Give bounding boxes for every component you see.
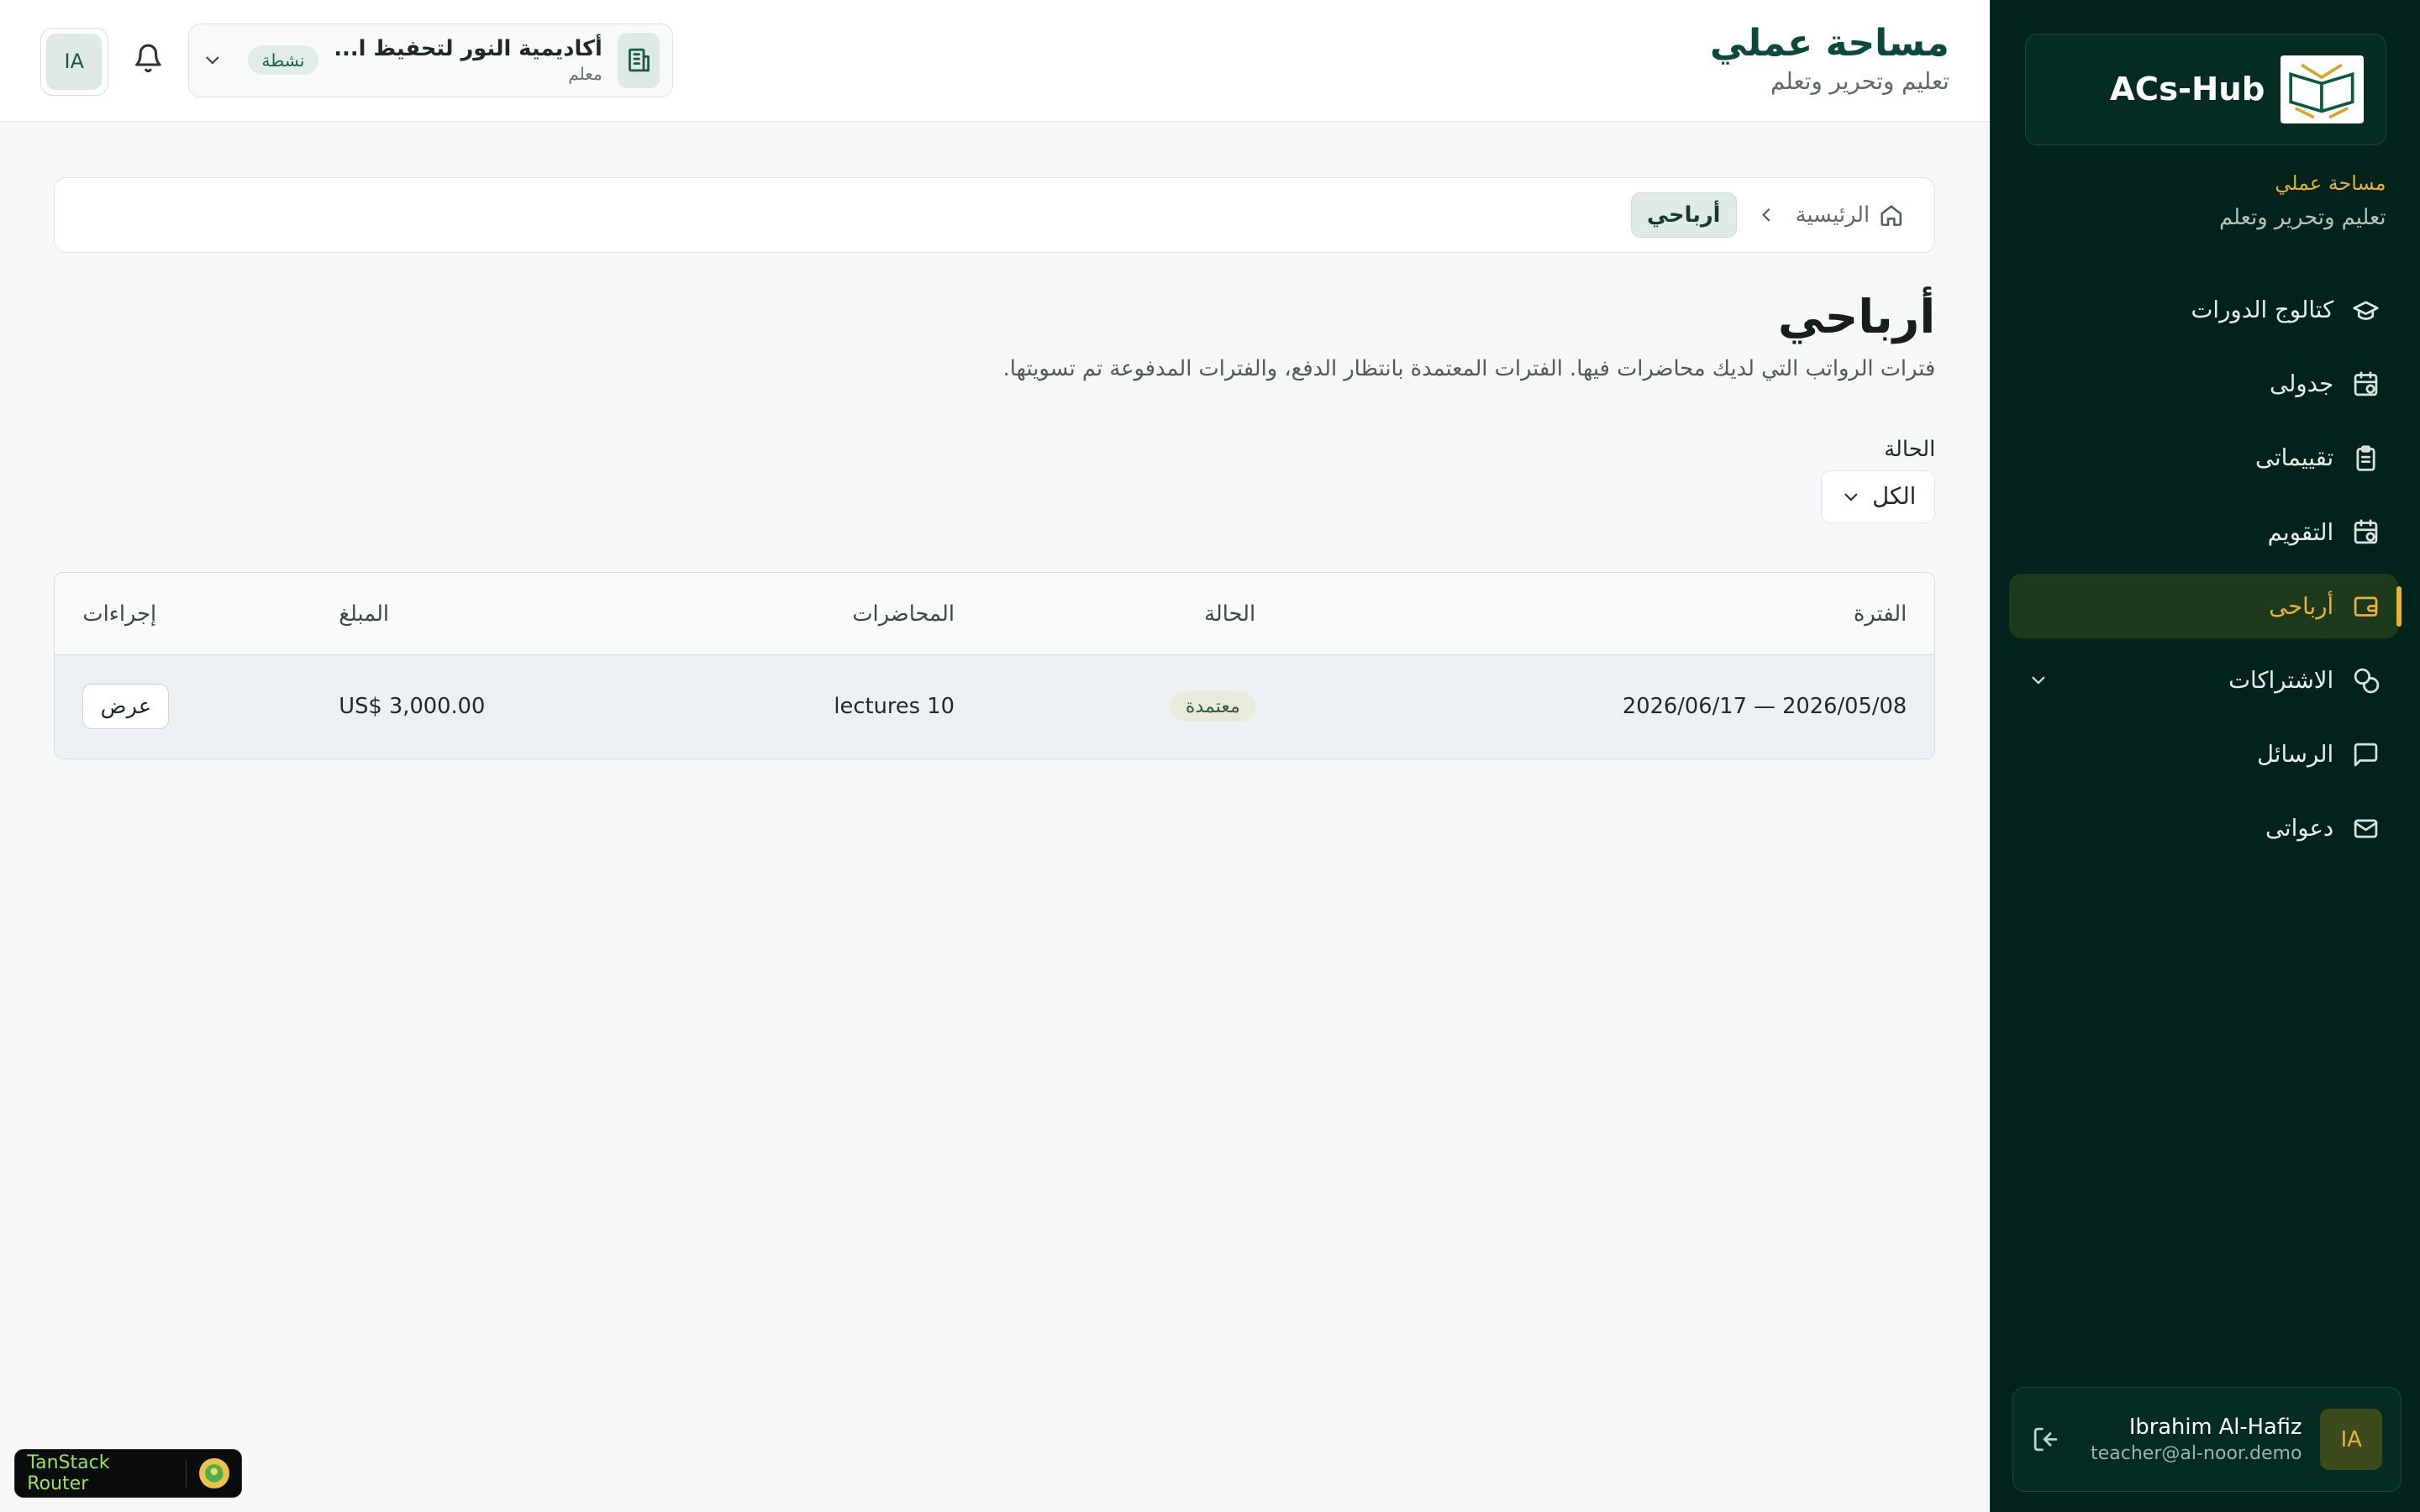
home-icon <box>1879 203 1903 228</box>
amount-cell: US$ 3,000.00 <box>339 694 486 720</box>
header-subtitle: تعليم وتحرير وتعلم <box>1770 67 1949 95</box>
chevron-left-icon <box>1755 204 1777 226</box>
organization-name: أكاديمية النور لتحفيظ ا... <box>334 35 602 61</box>
sidebar-item-earnings[interactable]: أرباحى <box>2009 574 2402 639</box>
mail-icon <box>2352 815 2380 843</box>
graduation-cap-icon <box>2352 297 2380 324</box>
workspace-label: مساحة عملي <box>2275 171 2386 195</box>
period-cell: 2026/05/08 — 2026/06/17 <box>1622 694 1907 720</box>
sidebar-item-schedule[interactable]: جدولى <box>2009 352 2398 417</box>
sidebar-item-label: الرسائل <box>2256 741 2334 769</box>
brand-card[interactable]: ACs-Hub <box>2024 34 2386 145</box>
table-header: الفترة الحالة المحاضرات المبلغ إجراءات <box>55 573 1935 655</box>
column-header-amount: المبلغ <box>339 601 390 627</box>
sidebar-item-invitations[interactable]: دعواتى <box>2009 796 2398 861</box>
avatar: IA <box>2320 1408 2382 1471</box>
sidebar-item-assessments[interactable]: تقييماتى <box>2009 426 2398 491</box>
sidebar-item-messages[interactable]: الرسائل <box>2009 722 2398 787</box>
lectures-cell: 10 lectures <box>834 694 955 720</box>
avatar: IA <box>46 34 103 90</box>
user-name: Ibrahim Al-Hafiz <box>2128 1415 2302 1441</box>
wallet-icon <box>2352 592 2380 620</box>
breadcrumb-home[interactable]: الرئيسية <box>1796 202 1904 228</box>
sidebar-item-course-catalog[interactable]: كتالوج الدورات <box>2009 278 2398 343</box>
sidebar: ACs-Hub مساحة عملي تعليم وتحرير وتعلم كت… <box>1989 0 2420 1512</box>
clipboard-list-icon <box>2352 444 2380 472</box>
user-info: Ibrahim Al-Hafiz teacher@al-noor.demo <box>2078 1415 2302 1464</box>
tanstack-logo-icon <box>198 1457 229 1489</box>
user-email: teacher@al-noor.demo <box>2091 1442 2302 1464</box>
bell-icon[interactable] <box>133 43 164 74</box>
column-header-period: الفترة <box>1853 601 1907 627</box>
sidebar-item-label: دعواتى <box>2265 815 2334 843</box>
divider <box>185 1459 187 1488</box>
sidebar-item-label: أرباحى <box>2269 592 2334 620</box>
status-badge: نشطة <box>247 45 318 76</box>
table-row[interactable]: 2026/05/08 — 2026/06/17 معتمدة 10 lectur… <box>55 654 1935 759</box>
sidebar-item-subscriptions[interactable]: الاشتراكات <box>2009 648 2398 712</box>
chevron-down-icon <box>1840 486 1862 508</box>
status-filter-value: الكل <box>1872 483 1917 511</box>
column-header-actions: إجراءات <box>82 601 157 627</box>
sidebar-item-label: التقويم <box>2267 518 2334 546</box>
sidebar-item-calendar[interactable]: التقويم <box>2009 500 2398 564</box>
tanstack-router-devtools-button[interactable]: TanStack Router <box>13 1448 243 1499</box>
sidebar-item-label: الاشتراكات <box>2228 666 2334 694</box>
header-title: مساحة عملي <box>1710 21 1949 65</box>
building-icon <box>618 32 660 88</box>
earnings-table: الفترة الحالة المحاضرات المبلغ إجراءات 2… <box>54 572 1936 759</box>
user-avatar-button[interactable]: IA <box>39 28 108 96</box>
organization-info: أكاديمية النور لتحفيظ ا... معلم <box>334 36 602 85</box>
calendar-clock-icon <box>2352 370 2380 398</box>
top-header: مساحة عملي تعليم وتحرير وتعلم أكاديمية ا… <box>0 0 1990 123</box>
view-button[interactable]: عرض <box>82 684 170 730</box>
status-filter-select[interactable]: الكل <box>1821 470 1936 523</box>
breadcrumb: الرئيسية أرباحي <box>54 177 1936 254</box>
page-description: فترات الرواتب التي لديك محاضرات فيها. ال… <box>1002 356 1936 382</box>
column-header-lectures: المحاضرات <box>852 601 955 627</box>
status-badge: معتمدة <box>1170 691 1256 722</box>
chevron-down-icon <box>202 50 224 71</box>
breadcrumb-current: أرباحي <box>1630 192 1737 239</box>
organization-role: معلم <box>568 64 602 85</box>
logout-icon[interactable] <box>2032 1425 2060 1453</box>
brand-name: ACs-Hub <box>2109 71 2265 109</box>
chevron-down-icon[interactable] <box>2028 669 2049 691</box>
page-title: أرباحي <box>1777 290 1936 344</box>
devtools-label: TanStack Router <box>27 1452 110 1495</box>
sidebar-item-label: جدولى <box>2270 370 2334 398</box>
organization-switcher[interactable]: أكاديمية النور لتحفيظ ا... معلم نشطة <box>188 23 673 97</box>
breadcrumb-home-label: الرئيسية <box>1795 202 1870 228</box>
status-filter-label: الحالة <box>1884 436 1936 462</box>
calendar-clock-icon <box>2352 518 2380 546</box>
quran-logo-icon <box>2280 55 2364 123</box>
coins-icon <box>2352 666 2380 694</box>
sidebar-item-label: كتالوج الدورات <box>2191 297 2334 324</box>
message-square-icon <box>2352 741 2380 769</box>
workspace-subtitle: تعليم وتحرير وتعلم <box>2219 205 2386 231</box>
sidebar-item-label: تقييماتى <box>2255 444 2334 472</box>
user-card: IA Ibrahim Al-Hafiz teacher@al-noor.demo <box>2012 1387 2402 1493</box>
sidebar-nav: كتالوج الدورات جدولى تقييماتى التقويم أر… <box>2009 278 2402 870</box>
column-header-status: الحالة <box>1204 601 1256 627</box>
